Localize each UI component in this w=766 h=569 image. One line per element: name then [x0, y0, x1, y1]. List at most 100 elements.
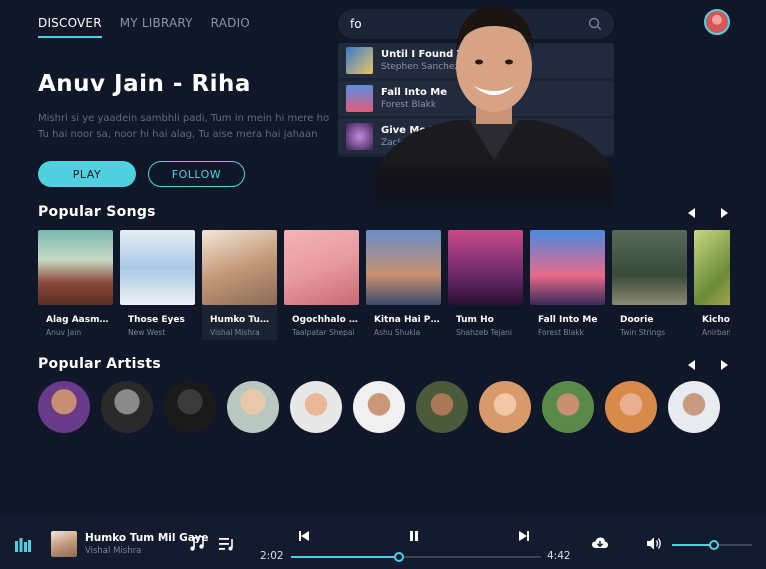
- song-card[interactable]: Alag Aasmaan Anuv Jain: [38, 230, 113, 340]
- song-card[interactable]: Humko Tum Mil Gaye Vishal Mishra: [202, 230, 277, 340]
- song-artist: Vishal Mishra: [210, 328, 260, 337]
- play-button[interactable]: PLAY: [38, 161, 136, 187]
- artist-avatar[interactable]: [290, 381, 342, 433]
- suggestion-title: Fall Into Me: [381, 87, 448, 98]
- suggestion-item[interactable]: Until I Found You Stephen Sanchez: [338, 43, 614, 78]
- songs-next-arrow-icon[interactable]: [718, 207, 730, 219]
- songs-prev-arrow-icon[interactable]: [686, 207, 698, 219]
- popular-songs-carousel: Alag Aasmaan Anuv Jain Those Eyes New We…: [38, 230, 730, 340]
- tab-radio[interactable]: RADIO: [211, 16, 250, 38]
- download-icon[interactable]: [592, 537, 608, 549]
- song-title: Kitna Hai Pyaar: [374, 315, 441, 325]
- suggestion-title: Until I Found You: [381, 49, 478, 60]
- pause-icon[interactable]: [409, 531, 419, 541]
- song-card[interactable]: Those Eyes New West: [120, 230, 195, 340]
- popular-artists-title: Popular Artists: [38, 356, 161, 372]
- artist-avatar[interactable]: [605, 381, 657, 433]
- song-artist: Anuv Jain: [46, 328, 82, 337]
- song-artist: Shahzeb Tejani: [456, 328, 512, 337]
- lyric-line: Tu hai noor sa, noor hi hai alag, Tu ais…: [38, 129, 318, 140]
- song-cover: [284, 230, 359, 305]
- song-title: Tum Ho: [456, 315, 494, 325]
- song-title: Alag Aasmaan: [46, 315, 113, 325]
- volume-handle[interactable]: [709, 540, 719, 550]
- popular-songs-title: Popular Songs: [38, 204, 156, 220]
- suggestion-thumbnail: [346, 85, 373, 112]
- song-title: Kichou: [702, 315, 730, 325]
- artist-avatar[interactable]: [479, 381, 531, 433]
- suggestion-item[interactable]: Fall Into Me Forest Blakk: [338, 81, 614, 116]
- song-artist: Twin Strings: [620, 328, 665, 337]
- suggestion-artist: Forest Blakk: [381, 100, 437, 110]
- song-cover: [120, 230, 195, 305]
- suggestion-artist: Stephen Sanchez: [381, 62, 460, 72]
- artist-avatar[interactable]: [353, 381, 405, 433]
- equalizer-icon: [15, 538, 31, 552]
- follow-button[interactable]: FOLLOW: [148, 161, 245, 187]
- hero-title: Anuv Jain - Riha: [38, 71, 251, 97]
- hero-lyrics: Mishri si ye yaadein sambhli padi, Tum i…: [38, 111, 358, 143]
- volume-fill: [672, 544, 714, 546]
- song-cover: [694, 230, 730, 305]
- popular-artists-carousel: [38, 381, 720, 433]
- top-nav: DISCOVER MY LIBRARY RADIO: [38, 16, 250, 38]
- song-artist: Ashu Shukla: [374, 328, 421, 337]
- artist-avatar[interactable]: [164, 381, 216, 433]
- previous-icon[interactable]: [299, 531, 309, 541]
- search-suggestions: Until I Found You Stephen Sanchez Fall I…: [338, 43, 614, 157]
- queue-icon[interactable]: [219, 537, 235, 551]
- artist-avatar[interactable]: [416, 381, 468, 433]
- song-card[interactable]: Fall Into Me Forest Blakk: [530, 230, 605, 340]
- song-cover: [530, 230, 605, 305]
- song-artist: Taalpatar Shepai: [292, 328, 355, 337]
- music-note-icon[interactable]: [190, 536, 204, 551]
- song-card[interactable]: Doorie Twin Strings: [612, 230, 687, 340]
- progress-fill: [291, 556, 399, 558]
- search-input[interactable]: [350, 17, 588, 31]
- song-cover: [366, 230, 441, 305]
- user-avatar[interactable]: [704, 9, 730, 35]
- artists-carousel-controls: [686, 359, 730, 371]
- lyric-line: Mishri si ye yaadein sambhli padi, Tum i…: [38, 113, 330, 124]
- song-artist: Anirban: [702, 328, 730, 337]
- song-cover: [38, 230, 113, 305]
- suggestion-item[interactable]: Give Me Your Forever Zack Tabudlo: [338, 119, 614, 154]
- song-title: Ogochhalo Mon: [292, 315, 359, 325]
- song-card[interactable]: Kichou Anirban: [694, 230, 730, 340]
- progress-handle[interactable]: [394, 552, 404, 562]
- player-bar: Humko Tum Mil Gaye Vishal Mishra 2:02 4:…: [0, 517, 766, 569]
- song-cover: [202, 230, 277, 305]
- songs-carousel-controls: [686, 207, 730, 219]
- song-card[interactable]: Ogochhalo Mon Taalpatar Shepai: [284, 230, 359, 340]
- artist-avatar[interactable]: [101, 381, 153, 433]
- song-title: Those Eyes: [128, 315, 185, 325]
- suggestion-artist: Zack Tabudlo: [381, 138, 441, 148]
- artist-avatar[interactable]: [542, 381, 594, 433]
- song-card[interactable]: Tum Ho Shahzeb Tejani: [448, 230, 523, 340]
- song-cover: [448, 230, 523, 305]
- song-card[interactable]: Kitna Hai Pyaar Ashu Shukla: [366, 230, 441, 340]
- volume-icon[interactable]: [647, 537, 663, 550]
- search-bar: [338, 9, 614, 39]
- song-artist: New West: [128, 328, 166, 337]
- tab-my-library[interactable]: MY LIBRARY: [120, 16, 193, 38]
- suggestion-thumbnail: [346, 47, 373, 74]
- suggestion-title: Give Me Your Forever: [381, 125, 502, 136]
- search-icon[interactable]: [588, 17, 602, 31]
- total-time: 4:42: [547, 550, 571, 562]
- song-title: Doorie: [620, 315, 654, 325]
- artist-avatar[interactable]: [668, 381, 720, 433]
- current-time: 2:02: [260, 550, 284, 562]
- song-artist: Forest Blakk: [538, 328, 584, 337]
- song-cover: [612, 230, 687, 305]
- artists-next-arrow-icon[interactable]: [718, 359, 730, 371]
- next-icon[interactable]: [519, 531, 529, 541]
- artist-avatar[interactable]: [38, 381, 90, 433]
- now-playing-cover: [51, 531, 77, 557]
- artist-avatar[interactable]: [227, 381, 279, 433]
- artists-prev-arrow-icon[interactable]: [686, 359, 698, 371]
- now-playing-artist: Vishal Mishra: [85, 546, 142, 556]
- song-title: Humko Tum Mil Gaye: [210, 315, 277, 325]
- song-title: Fall Into Me: [538, 315, 598, 325]
- tab-discover[interactable]: DISCOVER: [38, 16, 102, 38]
